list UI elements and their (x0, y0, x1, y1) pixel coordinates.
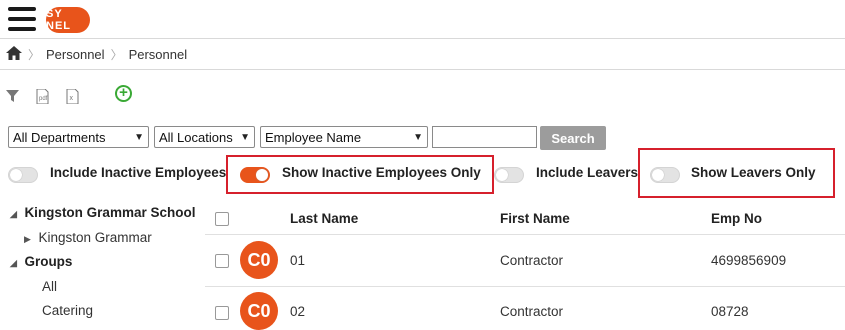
menu-icon[interactable] (8, 7, 36, 35)
avatar: C0 (240, 241, 278, 279)
divider (205, 286, 845, 287)
divider (0, 38, 845, 39)
svg-text:x: x (69, 95, 73, 102)
show-leavers-only-label: Show Leavers Only (691, 165, 816, 180)
cell-last-name: 01 (290, 253, 306, 268)
search-field-select[interactable]: Employee Name ▼ (260, 126, 428, 148)
cell-first-name: Contractor (500, 304, 564, 319)
cell-emp-no: 08728 (711, 304, 749, 319)
cell-emp-no: 4699856909 (711, 253, 787, 268)
cell-last-name: 02 (290, 304, 306, 319)
breadcrumb-item-personnel-current: Personnel (128, 46, 188, 62)
include-leavers-label: Include Leavers (536, 165, 639, 180)
divider (0, 69, 845, 70)
tree-item-all[interactable]: All (42, 279, 57, 294)
tree-groups[interactable]: ◢ Groups (10, 254, 72, 269)
row-checkbox[interactable] (215, 306, 229, 320)
column-header-last-name[interactable]: Last Name (290, 211, 358, 226)
search-input[interactable] (432, 126, 537, 148)
filter-icon[interactable] (4, 88, 20, 104)
divider (205, 234, 845, 235)
breadcrumb-item-personnel[interactable]: Personnel (46, 47, 105, 62)
location-select[interactable]: All Locations ▼ (154, 126, 255, 148)
show-leavers-only-toggle[interactable] (650, 167, 680, 183)
caret-right-icon[interactable]: ▶ (24, 234, 31, 244)
include-inactive-toggle[interactable] (8, 167, 38, 183)
show-inactive-only-label: Show Inactive Employees Only (282, 165, 481, 180)
chevron-down-icon: ▼ (413, 131, 423, 143)
chevron-down-icon: ▼ (240, 131, 250, 143)
include-inactive-label: Include Inactive Employees (50, 165, 227, 180)
pdf-export-icon[interactable]: pdf (34, 88, 50, 104)
column-header-first-name[interactable]: First Name (500, 211, 570, 226)
add-icon[interactable]: + (115, 85, 132, 102)
select-all-checkbox[interactable] (215, 212, 229, 226)
row-checkbox[interactable] (215, 254, 229, 268)
home-icon[interactable] (6, 45, 22, 63)
chevron-down-icon: ▼ (134, 131, 144, 143)
svg-text:pdf: pdf (39, 96, 48, 102)
tree-item-kingston[interactable]: ▶ Kingston Grammar (24, 230, 152, 245)
cell-first-name: Contractor (500, 253, 564, 268)
include-leavers-toggle[interactable] (494, 167, 524, 183)
avatar: C0 (240, 292, 278, 330)
synel-logo: SY NEL (46, 7, 90, 33)
caret-down-icon[interactable]: ◢ (10, 258, 17, 268)
caret-down-icon[interactable]: ◢ (10, 209, 17, 219)
search-button[interactable]: Search (540, 126, 606, 150)
excel-export-icon[interactable]: x (64, 88, 80, 104)
department-select[interactable]: All Departments ▼ (8, 126, 149, 148)
breadcrumb: 〉 Personnel 〉 Personnel (6, 44, 187, 64)
tree-root[interactable]: ◢ Kingston Grammar School (10, 205, 195, 220)
show-inactive-only-toggle[interactable] (240, 167, 270, 183)
column-header-emp-no[interactable]: Emp No (711, 211, 762, 226)
tree-item-catering[interactable]: Catering (42, 303, 93, 318)
